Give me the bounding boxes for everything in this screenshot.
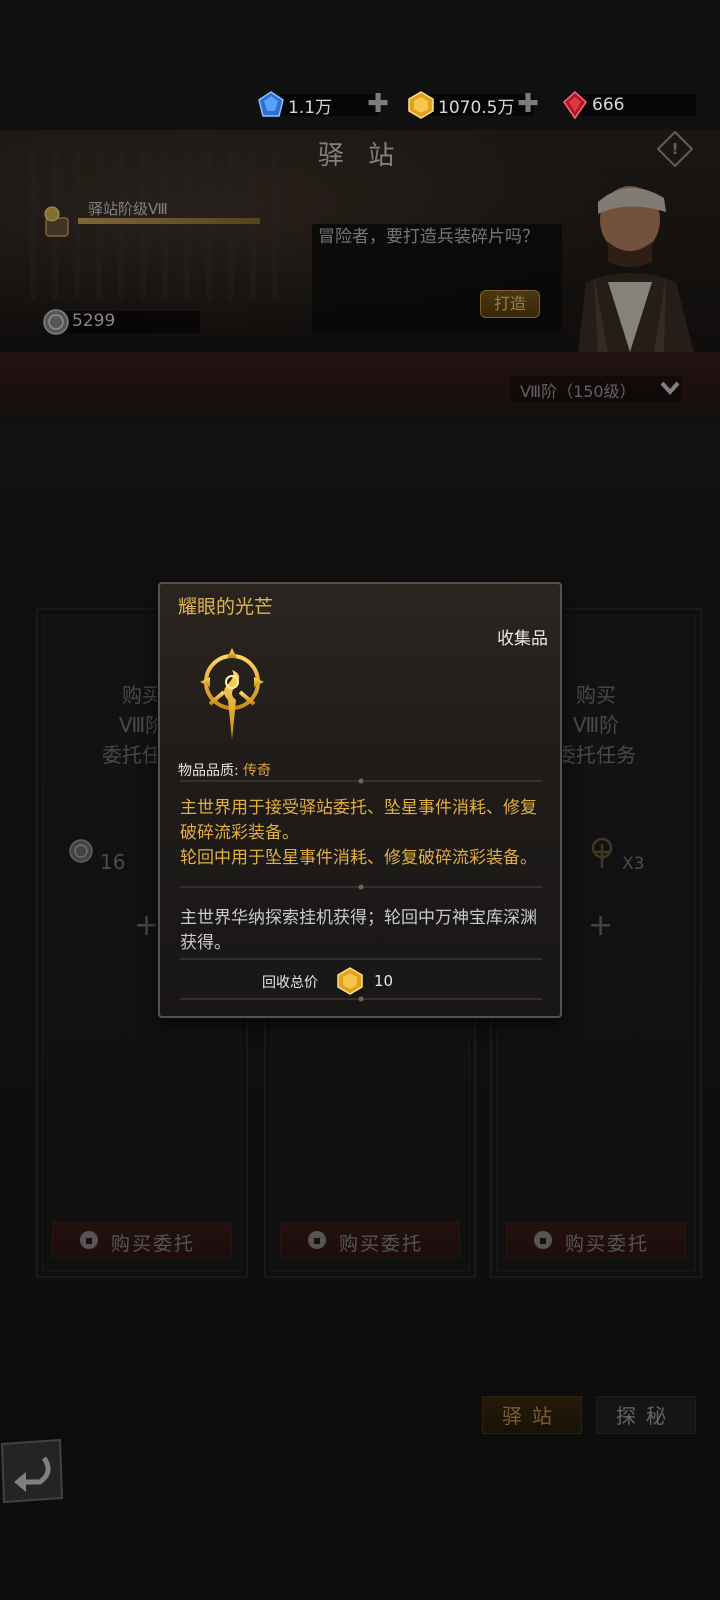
item-name: 耀眼的光芒 — [178, 596, 274, 618]
divider — [180, 996, 542, 1002]
divider — [180, 778, 542, 784]
recycle-price-value: 10 — [374, 972, 394, 990]
item-quality-value: 传奇 — [243, 763, 272, 779]
item-type: 收集品 — [497, 629, 548, 649]
blue-gem-value: 1.1万 — [288, 97, 333, 118]
divider — [180, 958, 542, 960]
item-usage-text: 主世界用于接受驿站委托、坠星事件消耗、修复破碎流彩装备。 轮回中用于坠星事件消耗… — [180, 798, 537, 868]
red-gem-value: 666 — [592, 95, 625, 115]
divider — [180, 884, 542, 890]
gold-gem-value: 1070.5万 — [438, 97, 515, 118]
gold-gem-icon — [337, 967, 363, 995]
blue-gem-icon — [258, 91, 284, 117]
recycle-price-label: 回收总价 — [262, 975, 318, 991]
radiance-emblem-icon — [200, 648, 264, 740]
red-gem-icon — [563, 90, 587, 120]
item-tooltip: 耀眼的光芒 收集品 物品品质: 传奇 主世界用于接受驿站委托、坠星事件消耗、修复… — [158, 582, 562, 1018]
currency-gold-gem: 1070.5万 — [406, 91, 534, 119]
item-source-text: 主世界华纳探索挂机获得；轮回中万神宝库深渊获得。 — [180, 908, 537, 953]
gold-gem-icon — [408, 91, 434, 119]
item-quality: 物品品质: 传奇 — [178, 763, 272, 779]
game-screen: 1.1万 ✚ 1070.5万 ✚ 666 驿 站 ! 驿站阶级Ⅷ 5299 冒险… — [0, 0, 720, 1600]
currency-blue-gem: 1.1万 — [256, 91, 378, 118]
currency-red-gem: 666 — [560, 90, 696, 120]
